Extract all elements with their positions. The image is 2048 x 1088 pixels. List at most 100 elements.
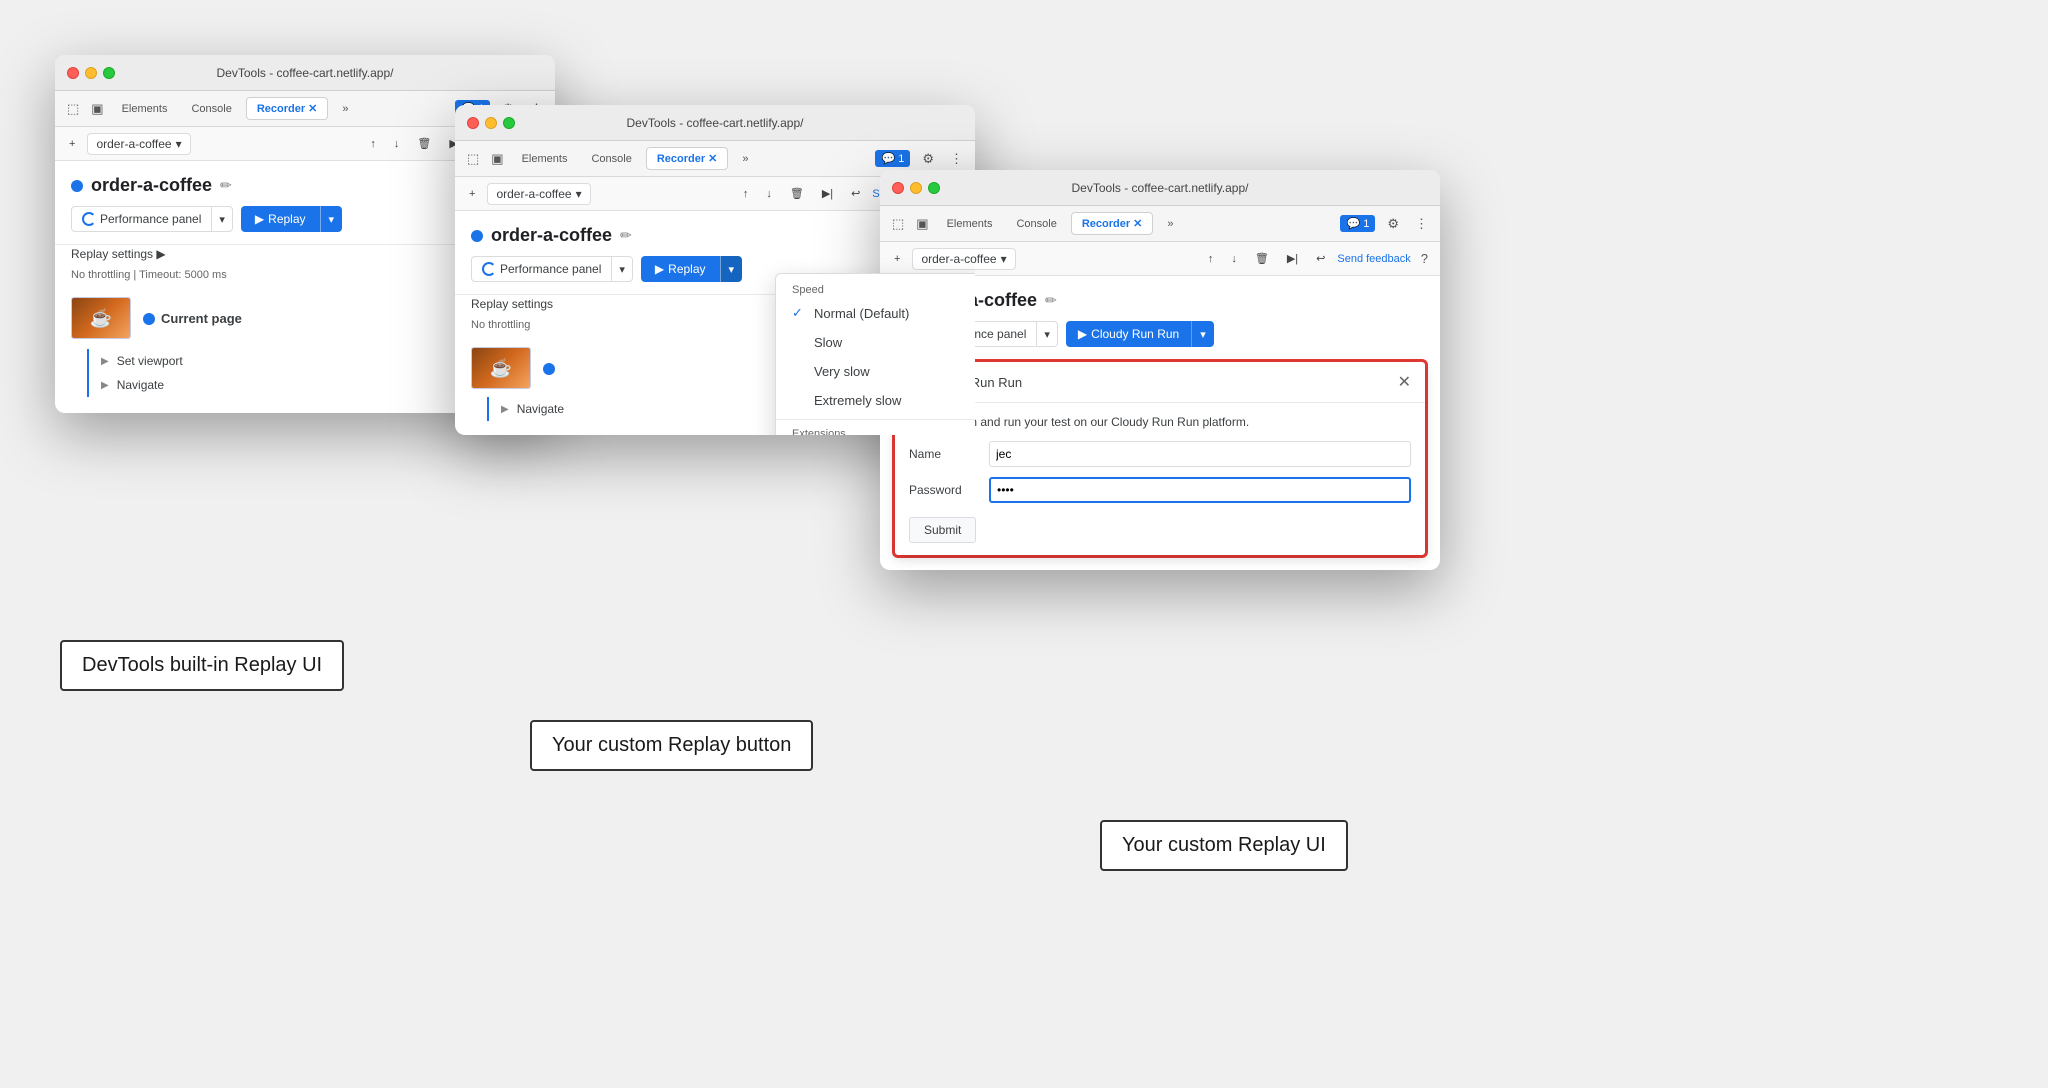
w3-settings-icon[interactable]: ⚙: [1383, 214, 1403, 234]
maximize-button[interactable]: [103, 67, 115, 79]
w2-undo-btn[interactable]: ↩: [845, 184, 866, 203]
w3-inspector-icon[interactable]: ⬚: [888, 214, 908, 234]
tab-more[interactable]: »: [332, 99, 358, 119]
add-recording-btn[interactable]: +: [63, 135, 81, 153]
w2-recording-title: order-a-coffee: [491, 225, 612, 246]
speed-extremely-slow-label: Extremely slow: [814, 393, 901, 408]
w2-replay-btn-dropdown[interactable]: ▾: [720, 256, 743, 282]
speed-slow-item[interactable]: Slow: [776, 328, 975, 357]
w3-step-play-btn[interactable]: ▶|: [1281, 249, 1304, 268]
device-icon[interactable]: ▣: [87, 99, 107, 119]
window2-title-bar: DevTools - coffee-cart.netlify.app/: [455, 105, 975, 141]
replay-dropdown-menu: Speed ✓ Normal (Default) Slow Very slow …: [775, 273, 975, 435]
w3-selector-arrow[interactable]: ▾: [1001, 252, 1007, 266]
w2-edit-icon[interactable]: ✏: [620, 227, 632, 244]
w2-tab-bar-icons: 💬 1 ⚙ ⋮: [875, 149, 967, 169]
w3-help-icon[interactable]: ?: [1417, 249, 1432, 268]
close-button[interactable]: [67, 67, 79, 79]
w2-add-btn[interactable]: +: [463, 185, 481, 203]
w3-delete-btn[interactable]: 🗑: [1249, 249, 1275, 268]
w2-close-button[interactable]: [467, 117, 479, 129]
perf-panel-button[interactable]: Performance panel: [71, 206, 211, 232]
w2-selector-arrow[interactable]: ▾: [576, 187, 582, 201]
w2-import-btn[interactable]: ↓: [760, 185, 778, 203]
replay-play-icon: ▶: [255, 212, 264, 226]
speed-normal-item[interactable]: ✓ Normal (Default): [776, 298, 975, 328]
w3-tab-console[interactable]: Console: [1006, 214, 1066, 234]
w2-minimize-button[interactable]: [485, 117, 497, 129]
window2-title: DevTools - coffee-cart.netlify.app/: [627, 116, 804, 130]
export-btn[interactable]: ↑: [364, 135, 382, 153]
w3-tab-more[interactable]: »: [1157, 214, 1183, 234]
password-input[interactable]: [989, 477, 1411, 503]
w2-navigate-arrow: ▶: [501, 404, 509, 415]
w3-maximize-button[interactable]: [928, 182, 940, 194]
submit-button[interactable]: Submit: [909, 517, 976, 543]
tab-recorder[interactable]: Recorder ✕: [246, 97, 329, 120]
import-btn[interactable]: ↓: [388, 135, 406, 153]
w3-undo-btn[interactable]: ↩: [1310, 249, 1331, 268]
inspector-icon[interactable]: ⬚: [63, 99, 83, 119]
w3-cloudy-play-icon: ▶: [1078, 327, 1087, 341]
w2-chat-icon[interactable]: 💬 1: [875, 150, 910, 167]
w2-tab-elements[interactable]: Elements: [512, 149, 578, 169]
w2-tab-more[interactable]: »: [732, 149, 758, 169]
w2-page-indicator: [543, 361, 555, 375]
w2-perf-btn-dropdown[interactable]: ▾: [611, 256, 633, 282]
replay-btn-label: Replay: [268, 212, 305, 226]
w3-export-btn[interactable]: ↑: [1202, 250, 1220, 268]
name-input[interactable]: [989, 441, 1411, 467]
w2-tab-console[interactable]: Console: [581, 149, 641, 169]
password-label: Password: [909, 483, 979, 497]
w2-maximize-button[interactable]: [503, 117, 515, 129]
edit-recording-icon[interactable]: ✏: [220, 177, 232, 194]
perf-btn-dropdown[interactable]: ▾: [211, 206, 233, 232]
window1-title: DevTools - coffee-cart.netlify.app/: [217, 66, 394, 80]
perf-btn-label: Performance panel: [100, 212, 201, 226]
w3-device-icon[interactable]: ▣: [912, 214, 932, 234]
w3-chat-icon[interactable]: 💬 1: [1340, 215, 1375, 232]
w3-close-button[interactable]: [892, 182, 904, 194]
w2-perf-btn-label: Performance panel: [500, 262, 601, 276]
replay-button[interactable]: ▶ Replay: [241, 206, 320, 232]
tab-elements[interactable]: Elements: [112, 99, 178, 119]
recording-title: order-a-coffee: [91, 175, 212, 196]
w2-more-icon[interactable]: ⋮: [946, 149, 967, 169]
extensions-section-label: Extensions: [776, 424, 975, 435]
w3-cloudy-run-button[interactable]: ▶ Cloudy Run Run: [1066, 321, 1191, 347]
speed-extremely-slow-item[interactable]: Extremely slow: [776, 386, 975, 415]
w2-perf-panel-button[interactable]: Performance panel: [471, 256, 611, 282]
w2-device-icon[interactable]: ▣: [487, 149, 507, 169]
name-label: Name: [909, 447, 979, 461]
w3-more-icon[interactable]: ⋮: [1411, 214, 1432, 234]
speed-section-label: Speed: [776, 280, 975, 298]
delete-btn[interactable]: 🗑: [411, 134, 437, 153]
w2-inspector-icon[interactable]: ⬚: [463, 149, 483, 169]
w3-perf-btn-dropdown[interactable]: ▾: [1036, 321, 1058, 347]
replay-btn-dropdown[interactable]: ▾: [320, 206, 343, 232]
w2-settings-icon[interactable]: ⚙: [918, 149, 938, 169]
w3-cloudy-btn-dropdown[interactable]: ▾: [1191, 321, 1214, 347]
w2-delete-btn[interactable]: 🗑: [784, 184, 810, 203]
w3-minimize-button[interactable]: [910, 182, 922, 194]
w3-send-feedback-link[interactable]: Send feedback: [1337, 253, 1410, 265]
throttle-value: No throttling | Timeout: 5000 ms: [71, 269, 227, 281]
w3-tab-recorder[interactable]: Recorder ✕: [1071, 212, 1154, 235]
w3-add-btn[interactable]: +: [888, 250, 906, 268]
w2-export-btn[interactable]: ↑: [737, 185, 755, 203]
tab-console[interactable]: Console: [181, 99, 241, 119]
caption1-box: DevTools built-in Replay UI: [60, 640, 344, 691]
w2-tab-recorder[interactable]: Recorder ✕: [646, 147, 729, 170]
cloudy-panel-close-btn[interactable]: ✕: [1398, 372, 1411, 392]
w2-recording-selector: order-a-coffee: [496, 187, 571, 201]
w3-edit-icon[interactable]: ✏: [1045, 292, 1057, 309]
w2-replay-button[interactable]: ▶ Replay: [641, 256, 720, 282]
w2-step-play-btn[interactable]: ▶|: [816, 184, 839, 203]
speed-very-slow-item[interactable]: Very slow: [776, 357, 975, 386]
w2-replay-btn-label: Replay: [668, 262, 705, 276]
recording-selector-arrow[interactable]: ▾: [176, 137, 182, 151]
minimize-button[interactable]: [85, 67, 97, 79]
page-thumbnail: ☕: [71, 297, 131, 339]
w3-tab-elements[interactable]: Elements: [937, 214, 1003, 234]
w3-import-btn[interactable]: ↓: [1225, 250, 1243, 268]
